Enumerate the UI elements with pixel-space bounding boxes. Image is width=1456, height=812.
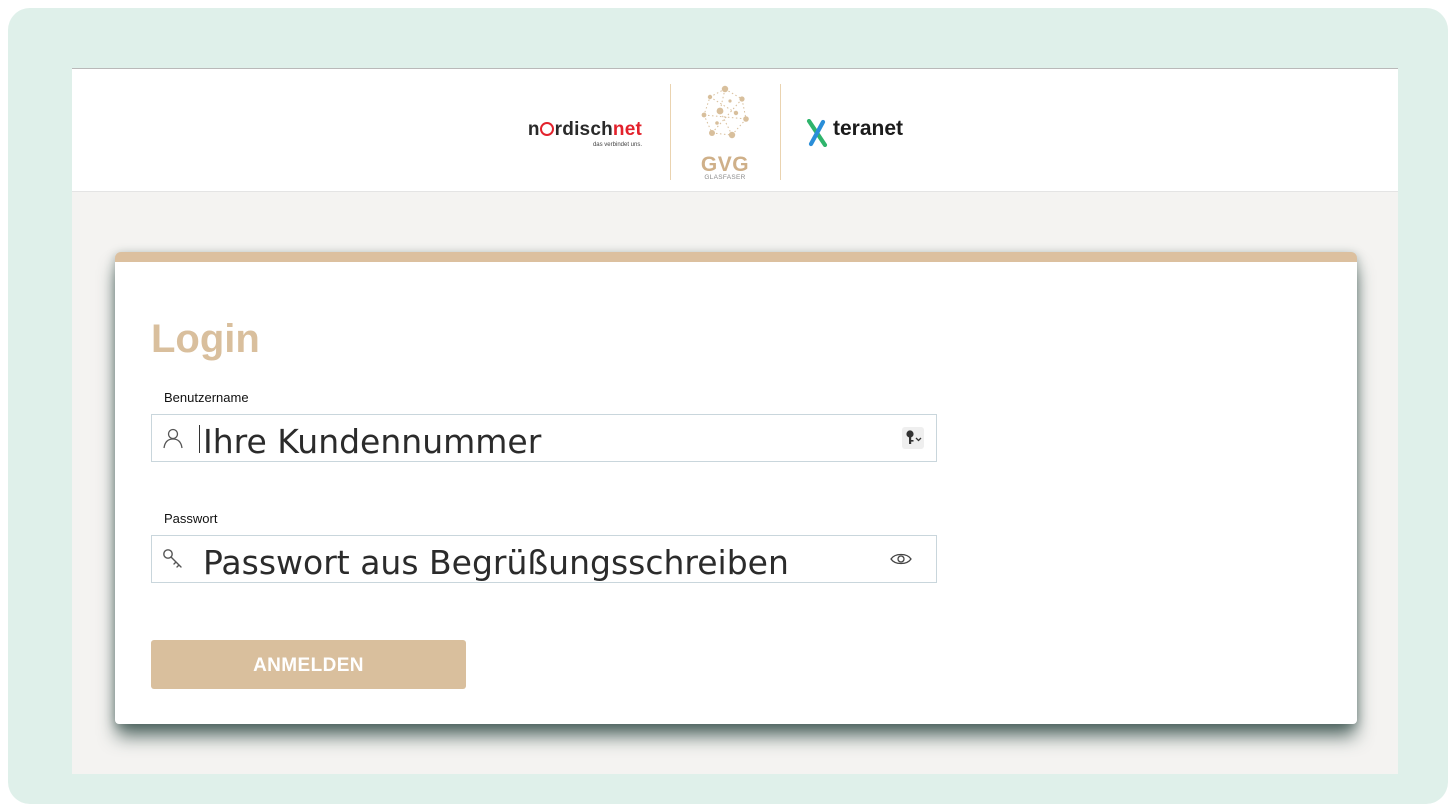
username-input-text: Ihre Kundennummer: [203, 422, 542, 461]
nordischnet-logo[interactable]: n rdischnet das verbindet uns.: [512, 119, 642, 155]
key-icon: [163, 549, 182, 568]
logo-divider: [780, 84, 781, 180]
teranet-wordmark: teranet: [833, 117, 904, 140]
gvg-subtitle: GLASFASER: [704, 174, 746, 181]
login-button[interactable]: ANMELDEN: [151, 640, 466, 689]
logo-divider: [670, 84, 671, 180]
password-field[interactable]: Passwort aus Begrüßungsschreiben: [151, 535, 937, 583]
user-icon: [163, 428, 183, 449]
nordischnet-tagline: das verbindet uns.: [592, 142, 642, 148]
nordischnet-wordmark: n rdischnet: [527, 119, 642, 140]
username-label: Benutzername: [164, 390, 249, 405]
text-caret: [199, 425, 200, 453]
gvg-network-icon: [701, 85, 749, 139]
password-label: Passwort: [164, 511, 218, 526]
browser-viewport: n rdischnet das verbindet uns. GVG GLASF…: [72, 68, 1398, 774]
username-field[interactable]: Ihre Kundennummer: [151, 414, 937, 462]
gvg-logo[interactable]: GVG GLASFASER: [684, 83, 766, 183]
teranet-x-icon: [806, 119, 828, 147]
nordischnet-o-ring-icon: [540, 122, 555, 136]
eye-icon[interactable]: [890, 551, 912, 567]
key-icon[interactable]: [902, 427, 924, 449]
password-input-text: Passwort aus Begrüßungsschreiben: [203, 543, 789, 582]
page-title: Login: [151, 317, 260, 361]
login-card: Login Benutzername Ihre Kundennummer Pas…: [115, 252, 1357, 724]
outer-frame: n rdischnet das verbindet uns. GVG GLASF…: [8, 8, 1448, 804]
page-header: n rdischnet das verbindet uns. GVG GLASF…: [72, 68, 1398, 192]
